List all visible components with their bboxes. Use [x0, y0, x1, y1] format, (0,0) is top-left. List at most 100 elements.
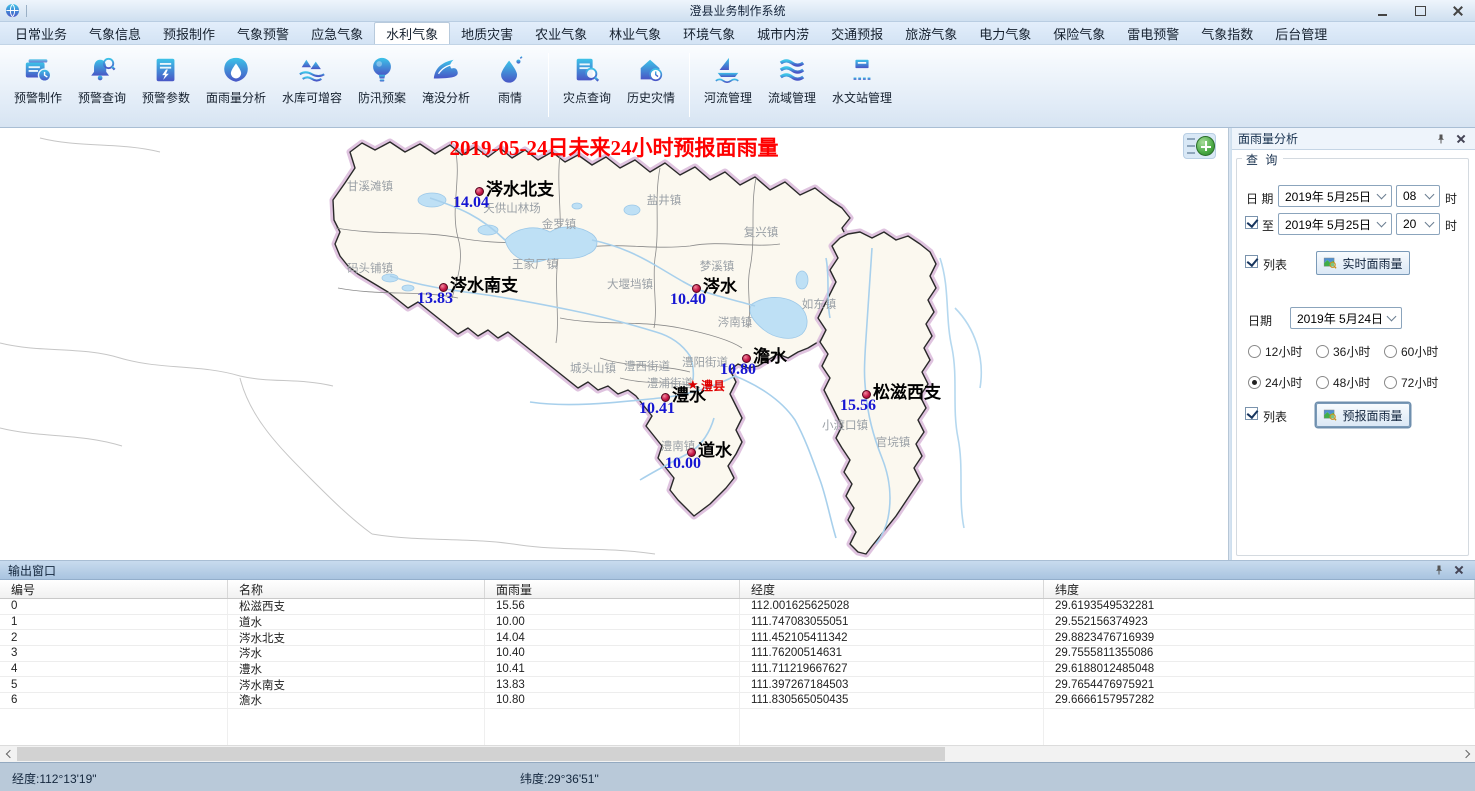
menu-item-9[interactable]: 林业气象 [598, 22, 672, 44]
panel-title: 面雨量分析 [1238, 130, 1429, 147]
radio-icon [1248, 345, 1261, 358]
start-date-select[interactable]: 2019年 5月25日 [1278, 185, 1392, 207]
toolbar-button-disaster-query[interactable]: 灾点查询 [555, 51, 619, 108]
menu-item-4[interactable]: 气象预警 [226, 22, 300, 44]
rain-info-icon [495, 55, 525, 85]
pin-icon[interactable] [1431, 562, 1447, 578]
toolbar-button-warn-make[interactable]: 预警制作 [6, 51, 70, 108]
table-cell: 涔水 [228, 646, 485, 661]
maximize-button[interactable] [1409, 3, 1431, 19]
column-header-经度[interactable]: 经度 [740, 580, 1044, 598]
horizontal-scrollbar[interactable] [0, 745, 1475, 762]
list-checkbox-1[interactable] [1245, 255, 1258, 268]
scroll-right-button[interactable] [1458, 746, 1475, 762]
column-header-编号[interactable]: 编号 [0, 580, 228, 598]
list-checkbox-2[interactable] [1245, 407, 1258, 420]
table-cell: 29.7654476975921 [1044, 677, 1475, 692]
table-row[interactable]: 6澹水10.80111.83056505043529.6666157957282 [0, 693, 1475, 709]
station-rainfall-value: 10.00 [665, 455, 701, 473]
duration-radio-12小时[interactable]: 12小时 [1248, 343, 1316, 360]
town-label: 官垸镇 [876, 434, 911, 450]
table-row[interactable]: 1道水10.00111.74708305505129.552156374923 [0, 615, 1475, 631]
station-rainfall-value: 10.40 [670, 291, 706, 309]
toolbar-button-warn-query[interactable]: 预警查询 [70, 51, 134, 108]
column-header-名称[interactable]: 名称 [228, 580, 485, 598]
map-area[interactable]: 2019-05-24日未来24小时预报面雨量 甘溪滩镇盐井镇天供山林场金罗镇复兴… [0, 128, 1228, 560]
table-row[interactable]: 2涔水北支14.04111.45210541134229.88234767169… [0, 630, 1475, 646]
close-button[interactable] [1447, 3, 1469, 19]
menu-item-1[interactable]: 日常业务 [4, 22, 78, 44]
column-header-面雨量[interactable]: 面雨量 [485, 580, 740, 598]
panel-close-icon[interactable] [1453, 131, 1469, 147]
status-longitude: 经度:112°13'19" [12, 770, 97, 787]
scroll-thumb[interactable] [17, 747, 945, 761]
menu-item-16[interactable]: 雷电预警 [1116, 22, 1190, 44]
menu-item-6[interactable]: 水利气象 [374, 22, 450, 44]
panel-header: 面雨量分析 [1232, 128, 1475, 150]
menu-item-15[interactable]: 保险气象 [1042, 22, 1116, 44]
toolbar-button-submerge[interactable]: 淹没分析 [414, 51, 478, 108]
toolbar-button-disaster-history[interactable]: 历史灾情 [619, 51, 683, 108]
menu-item-8[interactable]: 农业气象 [524, 22, 598, 44]
end-hour-select[interactable]: 20 [1396, 213, 1440, 235]
menu-item-7[interactable]: 地质灾害 [450, 22, 524, 44]
table-cell: 29.7555811355086 [1044, 646, 1475, 661]
station-name: 涔水南支 [450, 271, 518, 296]
menu-item-18[interactable]: 后台管理 [1264, 22, 1338, 44]
table-cell: 10.00 [485, 615, 740, 630]
toolbar-button-river-mgmt[interactable]: 河流管理 [696, 51, 760, 108]
table-row[interactable]: 4澧水10.41111.71121966762729.6188012485048 [0, 662, 1475, 678]
menu-item-2[interactable]: 气象信息 [78, 22, 152, 44]
realtime-rain-button[interactable]: 实时面雨量 [1316, 251, 1410, 275]
start-hour-select[interactable]: 08 [1396, 185, 1440, 207]
menu-item-12[interactable]: 交通预报 [820, 22, 894, 44]
scroll-left-button[interactable] [0, 746, 17, 762]
toolbar-button-flood-plan[interactable]: 防汛预案 [350, 51, 414, 108]
minimize-button[interactable] [1371, 3, 1393, 19]
duration-radio-60小时[interactable]: 60小时 [1384, 343, 1460, 360]
add-layer-button[interactable] [1196, 136, 1215, 156]
radio-icon [1384, 376, 1397, 389]
toolbar-button-warn-param[interactable]: 预警参数 [134, 51, 198, 108]
output-close-icon[interactable] [1451, 562, 1467, 578]
toolbar-label: 水文站管理 [832, 89, 892, 106]
column-header-纬度[interactable]: 纬度 [1044, 580, 1475, 598]
menu-item-14[interactable]: 电力气象 [968, 22, 1042, 44]
toolbar-button-rain-info[interactable]: 雨情 [478, 51, 542, 108]
to-checkbox[interactable] [1245, 216, 1258, 229]
duration-radio-24小时[interactable]: 24小时 [1248, 374, 1316, 391]
chevron-down-icon [1425, 190, 1435, 200]
menu-item-5[interactable]: 应急气象 [300, 22, 374, 44]
station-name: 澹水 [753, 342, 787, 367]
table-row[interactable]: 5涔水南支13.83111.39726718450329.76544769759… [0, 677, 1475, 693]
toolbar-separator [689, 53, 690, 117]
pin-icon[interactable] [1433, 131, 1449, 147]
forecast-rain-button[interactable]: 预报面雨量 [1316, 403, 1410, 427]
toolbar-button-hydro-station[interactable]: 水文站管理 [824, 51, 900, 108]
station-name: 道水 [698, 436, 732, 461]
rain-analysis-panel: 面雨量分析 查 询 日 期 2019年 5月25日 08 时 至 2019年 5… [1232, 128, 1475, 560]
menu-item-17[interactable]: 气象指数 [1190, 22, 1264, 44]
radio-label: 72小时 [1401, 374, 1438, 391]
end-date-value: 2019年 5月25日 [1285, 216, 1371, 233]
menu-item-13[interactable]: 旅游气象 [894, 22, 968, 44]
duration-radio-48小时[interactable]: 48小时 [1316, 374, 1384, 391]
toolbar-button-reservoir[interactable]: 水库可增容 [274, 51, 350, 108]
duration-radio-72小时[interactable]: 72小时 [1384, 374, 1460, 391]
menu-item-10[interactable]: 环境气象 [672, 22, 746, 44]
table-row[interactable]: 3涔水10.40111.7620051463129.7555811355086 [0, 646, 1475, 662]
end-date-select[interactable]: 2019年 5月25日 [1278, 213, 1392, 235]
river-mgmt-icon [713, 55, 743, 85]
duration-radio-36小时[interactable]: 36小时 [1316, 343, 1384, 360]
toolbar-button-area-rain[interactable]: 面雨量分析 [198, 51, 274, 108]
status-latitude: 纬度:29°36'51" [520, 770, 599, 787]
toolbar-label: 流域管理 [768, 89, 816, 106]
menu-item-3[interactable]: 预报制作 [152, 22, 226, 44]
chevron-down-icon [1387, 312, 1397, 322]
table-cell: 4 [0, 662, 228, 677]
menu-item-11[interactable]: 城市内涝 [746, 22, 820, 44]
toolbar-button-basin-mgmt[interactable]: 流域管理 [760, 51, 824, 108]
map-zoom-widget[interactable] [1183, 133, 1216, 159]
table-row[interactable]: 0松滋西支15.56112.00162562502829.61935495322… [0, 599, 1475, 615]
forecast-date-select[interactable]: 2019年 5月24日 [1290, 307, 1402, 329]
